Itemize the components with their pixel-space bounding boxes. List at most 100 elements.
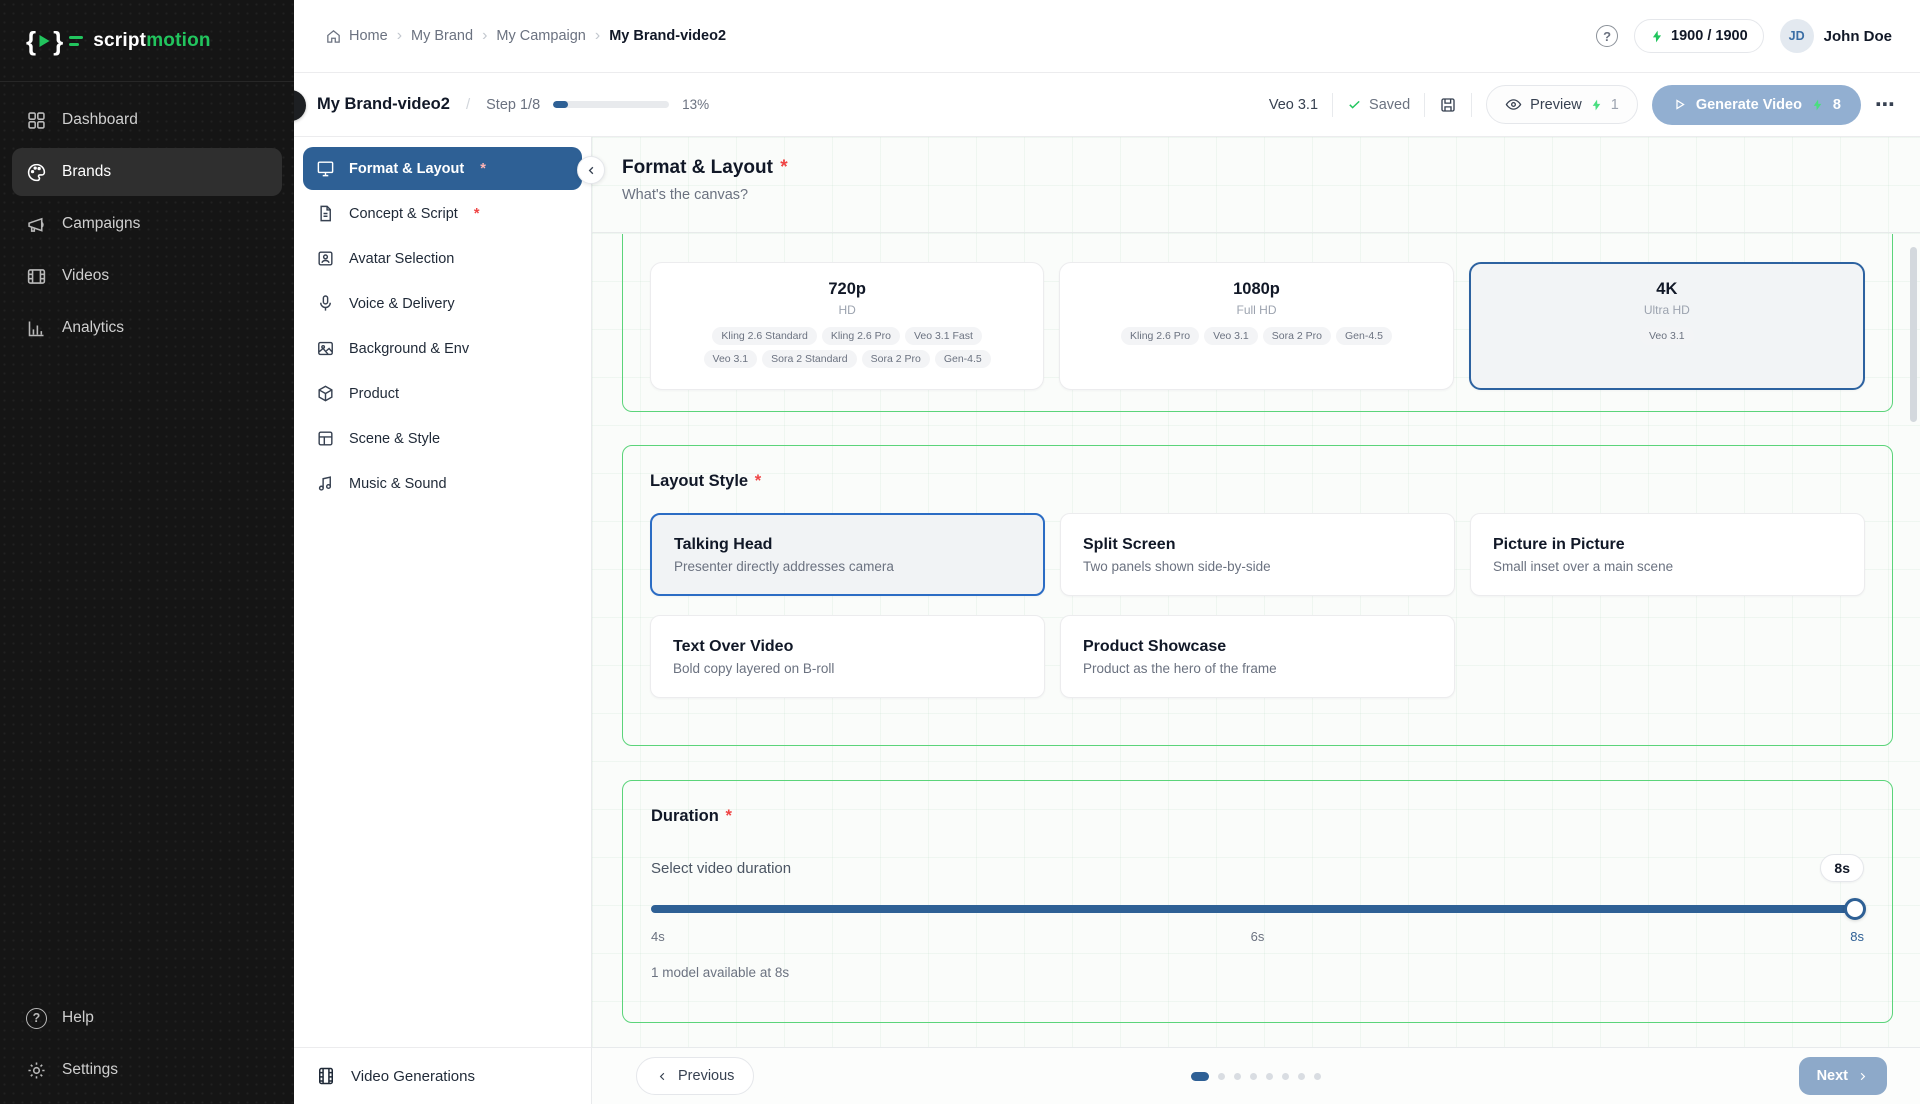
step-dot-3[interactable] xyxy=(1234,1073,1241,1080)
resolution-card-720p[interactable]: 720p HD Kling 2.6 Standard Kling 2.6 Pro… xyxy=(650,262,1044,390)
step-dot-2[interactable] xyxy=(1218,1073,1225,1080)
step-dot-4[interactable] xyxy=(1250,1073,1257,1080)
layout-card-picture-in-picture[interactable]: Picture in Picture Small inset over a ma… xyxy=(1470,513,1865,596)
logo-text: scriptmotion xyxy=(93,30,210,52)
step-item-avatar-selection[interactable]: Avatar Selection xyxy=(303,237,582,280)
home-icon xyxy=(325,28,342,45)
step-dot-7[interactable] xyxy=(1298,1073,1305,1080)
slider-thumb[interactable] xyxy=(1844,898,1866,920)
collapse-steps-button[interactable] xyxy=(577,156,605,184)
preview-button[interactable]: Preview 1 xyxy=(1486,85,1638,124)
layout-card-desc: Presenter directly addresses camera xyxy=(674,559,1043,574)
app-logo[interactable]: { } scriptmotion xyxy=(0,0,294,82)
layout-card-talking-head[interactable]: Talking Head Presenter directly addresse… xyxy=(650,513,1045,596)
step-dot-1[interactable] xyxy=(1191,1072,1209,1081)
title-divider: / xyxy=(466,96,470,113)
nav-item-brands[interactable]: Brands xyxy=(12,148,282,196)
floppy-icon xyxy=(1439,96,1457,114)
step-dot-8[interactable] xyxy=(1314,1073,1321,1080)
required-marker: * xyxy=(474,206,480,222)
nav-item-analytics[interactable]: Analytics xyxy=(12,304,282,352)
film-icon xyxy=(26,266,47,287)
resolution-card-1080p[interactable]: 1080p Full HD Kling 2.6 Pro Veo 3.1 Sora… xyxy=(1059,262,1453,390)
model-tag: Kling 2.6 Standard xyxy=(712,327,816,345)
step-item-scene-style[interactable]: Scene & Style xyxy=(303,417,582,460)
duration-slider[interactable] xyxy=(651,898,1864,920)
logo-icon: { } xyxy=(26,28,83,54)
logo-brace-right: } xyxy=(53,28,63,54)
play-icon xyxy=(1672,97,1687,112)
resolution-card-4k[interactable]: 4K Ultra HD Veo 3.1 xyxy=(1469,262,1865,390)
top-header: Home › My Brand › My Campaign › My Brand… xyxy=(294,0,1920,73)
chevron-right-icon: › xyxy=(482,27,487,45)
chevron-left-icon xyxy=(656,1070,669,1083)
step-item-format-layout[interactable]: Format & Layout* xyxy=(303,147,582,190)
model-tags: Veo 3.1 xyxy=(1606,327,1728,345)
help-icon[interactable]: ? xyxy=(1596,25,1618,47)
scrollbar-thumb[interactable] xyxy=(1910,247,1917,422)
nav-item-dashboard[interactable]: Dashboard xyxy=(12,96,282,144)
microphone-icon xyxy=(316,294,335,313)
model-tag: Sora 2 Pro xyxy=(1263,327,1331,345)
more-options-button[interactable]: ⋯ xyxy=(1875,92,1896,117)
dashboard-grid-icon xyxy=(26,110,47,131)
step-item-music-sound[interactable]: Music & Sound xyxy=(303,462,582,505)
header-actions: ? 1900 / 1900 JD John Doe xyxy=(1596,19,1892,53)
model-tag: Gen-4.5 xyxy=(935,350,991,368)
sidebar-footer: ? Help Settings xyxy=(12,994,282,1094)
step-label: Background & Env xyxy=(349,341,469,357)
help-icon: ? xyxy=(26,1008,47,1029)
nav-item-help[interactable]: ? Help xyxy=(12,994,282,1042)
save-button[interactable] xyxy=(1439,96,1457,114)
steps-sidebar: Format & Layout* Concept & Script* Avata… xyxy=(294,137,592,1104)
nav-item-campaigns[interactable]: Campaigns xyxy=(12,200,282,248)
main-content: Format & Layout * What's the canvas? 720… xyxy=(592,137,1920,1104)
nav-label: Settings xyxy=(62,1061,118,1079)
step-label: Voice & Delivery xyxy=(349,296,455,312)
layout-card-desc: Small inset over a main scene xyxy=(1493,559,1864,574)
model-label: Veo 3.1 xyxy=(1269,97,1318,113)
film-strip-icon xyxy=(316,1066,336,1086)
resolution-subtitle: HD xyxy=(838,303,855,317)
step-item-product[interactable]: Product xyxy=(303,372,582,415)
credits-badge[interactable]: 1900 / 1900 xyxy=(1634,19,1764,53)
step-dot-5[interactable] xyxy=(1266,1073,1273,1080)
divider xyxy=(1332,93,1333,117)
layout-card-title: Talking Head xyxy=(674,536,1043,554)
previous-button[interactable]: Previous xyxy=(636,1057,754,1095)
preview-cost: 1 xyxy=(1611,97,1619,113)
next-button[interactable]: Next xyxy=(1799,1057,1887,1095)
layout-card-split-screen[interactable]: Split Screen Two panels shown side-by-si… xyxy=(1060,513,1455,596)
eye-icon xyxy=(1505,96,1522,113)
slider-track[interactable] xyxy=(651,905,1864,913)
breadcrumb-campaign[interactable]: My Campaign xyxy=(496,28,585,44)
breadcrumb-brand[interactable]: My Brand xyxy=(411,28,473,44)
step-progress-percent: 13% xyxy=(682,97,709,112)
breadcrumb-home[interactable]: Home xyxy=(325,28,388,45)
layout-card-text-over-video[interactable]: Text Over Video Bold copy layered on B-r… xyxy=(650,615,1045,698)
model-tag: Veo 3.1 Fast xyxy=(905,327,982,345)
resolution-section: 720p HD Kling 2.6 Standard Kling 2.6 Pro… xyxy=(622,234,1893,412)
nav-label: Help xyxy=(62,1009,94,1027)
page-subtitle: What's the canvas? xyxy=(622,187,1920,203)
step-dot-6[interactable] xyxy=(1282,1073,1289,1080)
nav-item-videos[interactable]: Videos xyxy=(12,252,282,300)
model-tag: Sora 2 Standard xyxy=(762,350,856,368)
project-toolbar: My Brand-video2 / Step 1/8 13% Veo 3.1 S… xyxy=(294,73,1920,137)
step-item-background-env[interactable]: Background & Env xyxy=(303,327,582,370)
step-item-concept-script[interactable]: Concept & Script* xyxy=(303,192,582,235)
generate-video-button[interactable]: Generate Video 8 xyxy=(1652,85,1861,125)
step-item-voice-delivery[interactable]: Voice & Delivery xyxy=(303,282,582,325)
duration-note: 1 model available at 8s xyxy=(651,965,1864,980)
video-generations-link[interactable]: Video Generations xyxy=(294,1047,591,1104)
wizard-footer: Previous Next xyxy=(592,1047,1920,1104)
lightning-icon xyxy=(1590,98,1603,112)
nav-item-settings[interactable]: Settings xyxy=(12,1046,282,1094)
layout-card-product-showcase[interactable]: Product Showcase Product as the hero of … xyxy=(1060,615,1455,698)
user-menu[interactable]: JD John Doe xyxy=(1780,19,1892,53)
model-tag: Kling 2.6 Pro xyxy=(822,327,900,345)
megaphone-icon xyxy=(26,214,47,235)
step-label: Format & Layout xyxy=(349,161,464,177)
duration-section: Duration * Select video duration 8s 4s 6… xyxy=(622,780,1893,1023)
resolution-title: 4K xyxy=(1656,280,1677,299)
